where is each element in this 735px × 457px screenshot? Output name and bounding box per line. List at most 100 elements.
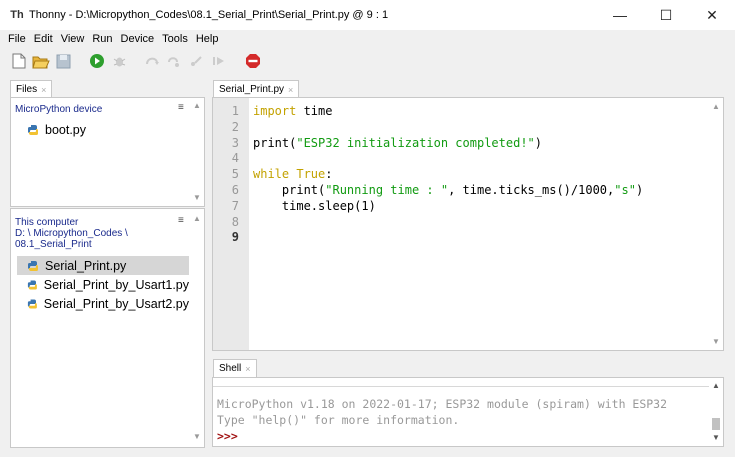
scroll-down-icon[interactable]: ▼ (190, 192, 204, 204)
minimize-button[interactable]: — (597, 0, 643, 30)
scroll-down-icon[interactable]: ▼ (190, 431, 204, 443)
line-number: 3 (231, 135, 239, 150)
code-line: print("Running time : ", time.ticks_ms()… (253, 183, 643, 197)
shell-help-line: Type "help()" for more information. (217, 413, 460, 427)
code-line: print("ESP32 initialization completed!") (253, 136, 542, 150)
open-file-button[interactable] (32, 52, 50, 70)
new-file-button[interactable] (10, 52, 28, 70)
code-keyword: import (253, 104, 297, 118)
line-number: 5 (231, 167, 239, 182)
line-number: 8 (231, 214, 239, 229)
python-file-icon (28, 260, 38, 271)
line-number-gutter: 123456789 (213, 98, 249, 350)
menu-run[interactable]: Run (88, 33, 116, 45)
line-number: 9 (231, 230, 239, 245)
toolbar (0, 48, 735, 74)
tab-shell[interactable]: Shell × (213, 359, 257, 377)
python-file-icon (28, 124, 38, 135)
line-number: 7 (231, 198, 239, 213)
stop-sign-icon (246, 54, 260, 68)
thonny-app-icon: Th (10, 9, 24, 21)
computer-pane-scrollbar[interactable]: ▲ ▼ (190, 209, 204, 447)
file-name: Serial_Print.py (45, 258, 127, 273)
close-tab-icon[interactable]: × (41, 85, 46, 95)
code-editor[interactable]: 123456789 import time print("ESP32 initia… (212, 97, 724, 351)
code-text: : (325, 167, 333, 182)
code-text: time (296, 104, 333, 118)
computer-header: This computer (15, 217, 79, 228)
menu-tools[interactable]: Tools (158, 33, 192, 45)
debug-button[interactable] (110, 52, 128, 70)
resume-button[interactable] (210, 52, 228, 70)
tab-files[interactable]: Files × (10, 80, 53, 98)
step-over-button[interactable] (144, 52, 162, 70)
code-keyword: True (296, 167, 326, 182)
stop-button[interactable] (244, 52, 262, 70)
window-controls: — ☐ ✕ (597, 0, 735, 30)
resume-icon (213, 57, 224, 65)
save-disk-icon (56, 54, 70, 68)
code-text: , time.ticks_ms()/1000, (448, 183, 615, 197)
computer-path-folder[interactable]: 08.1_Serial_Print (15, 239, 92, 250)
code-keyword: while (253, 167, 290, 182)
menu-help[interactable]: Help (192, 33, 223, 45)
menu-device[interactable]: Device (117, 33, 159, 45)
list-item[interactable]: Serial_Print.py (17, 256, 189, 275)
line-number: 6 (231, 183, 239, 197)
editor-tab-label: Serial_Print.py (219, 84, 285, 95)
code-line: while True: (253, 167, 333, 181)
menu-file[interactable]: File (4, 33, 30, 45)
scroll-down-icon[interactable]: ▼ (709, 336, 723, 348)
close-button[interactable]: ✕ (689, 0, 735, 30)
open-folder-icon (32, 56, 50, 68)
file-name: Serial_Print_by_Usart2.py (43, 296, 189, 311)
code-string: "Running time : " (325, 183, 449, 197)
menu-bar: File Edit View Run Device Tools Help (0, 30, 735, 48)
menu-edit[interactable]: Edit (30, 33, 57, 45)
python-file-icon (27, 280, 37, 289)
scroll-down-icon[interactable]: ▼ (709, 432, 723, 444)
scroll-up-icon[interactable]: ▲ (709, 380, 723, 392)
code-line: time.sleep(1) (253, 199, 376, 213)
tab-serial-print[interactable]: Serial_Print.py × (213, 80, 300, 98)
list-item[interactable]: Serial_Print_by_Usart1.py (17, 275, 189, 294)
device-header: MicroPython device (15, 104, 103, 115)
shell-prompt[interactable]: >>> (217, 429, 238, 443)
play-icon (90, 54, 104, 68)
scroll-up-icon[interactable]: ▲ (190, 100, 204, 112)
close-tab-icon[interactable]: × (245, 364, 250, 374)
pane-menu-icon[interactable]: ≡ (178, 102, 184, 113)
step-over-icon (146, 57, 159, 65)
device-files-pane: MicroPython device ≡ ▲ ▼ boot.py (10, 97, 205, 207)
maximize-button[interactable]: ☐ (643, 0, 689, 30)
files-tabbar: Files × (10, 80, 205, 98)
shell-scrollbar[interactable]: ▲ ▼ (709, 378, 723, 446)
step-into-icon (168, 57, 179, 67)
editor-scrollbar[interactable]: ▲ ▼ (709, 98, 723, 350)
code-text: print( (253, 183, 326, 197)
new-file-icon (12, 53, 26, 69)
device-pane-scrollbar[interactable]: ▲ ▼ (190, 98, 204, 206)
menu-view[interactable]: View (57, 33, 89, 45)
code-line: import time (253, 104, 332, 118)
scroll-up-icon[interactable]: ▲ (709, 101, 723, 113)
shell-divider (213, 386, 709, 387)
code-string: "s" (614, 183, 636, 197)
shell-console[interactable]: MicroPython v1.18 on 2022-01-17; ESP32 m… (212, 377, 724, 447)
file-name: boot.py (45, 122, 87, 137)
scroll-up-icon[interactable]: ▲ (190, 213, 204, 225)
shell-banner-line: MicroPython v1.18 on 2022-01-17; ESP32 m… (217, 397, 668, 411)
computer-path[interactable]: D: \ Micropython_Codes \ (15, 228, 128, 239)
scroll-thumb[interactable] (712, 418, 720, 430)
save-button[interactable] (54, 52, 72, 70)
code-text: ) (635, 183, 644, 197)
list-item[interactable]: boot.py (17, 120, 187, 139)
step-into-button[interactable] (166, 52, 184, 70)
step-out-button[interactable] (188, 52, 206, 70)
run-button[interactable] (88, 52, 106, 70)
tab-files-label: Files (16, 84, 38, 95)
pane-menu-icon[interactable]: ≡ (178, 215, 184, 226)
list-item[interactable]: Serial_Print_by_Usart2.py (17, 294, 189, 313)
title-bar: Th Thonny - D:\Micropython_Codes\08.1_Se… (0, 0, 735, 30)
close-tab-icon[interactable]: × (288, 85, 293, 95)
